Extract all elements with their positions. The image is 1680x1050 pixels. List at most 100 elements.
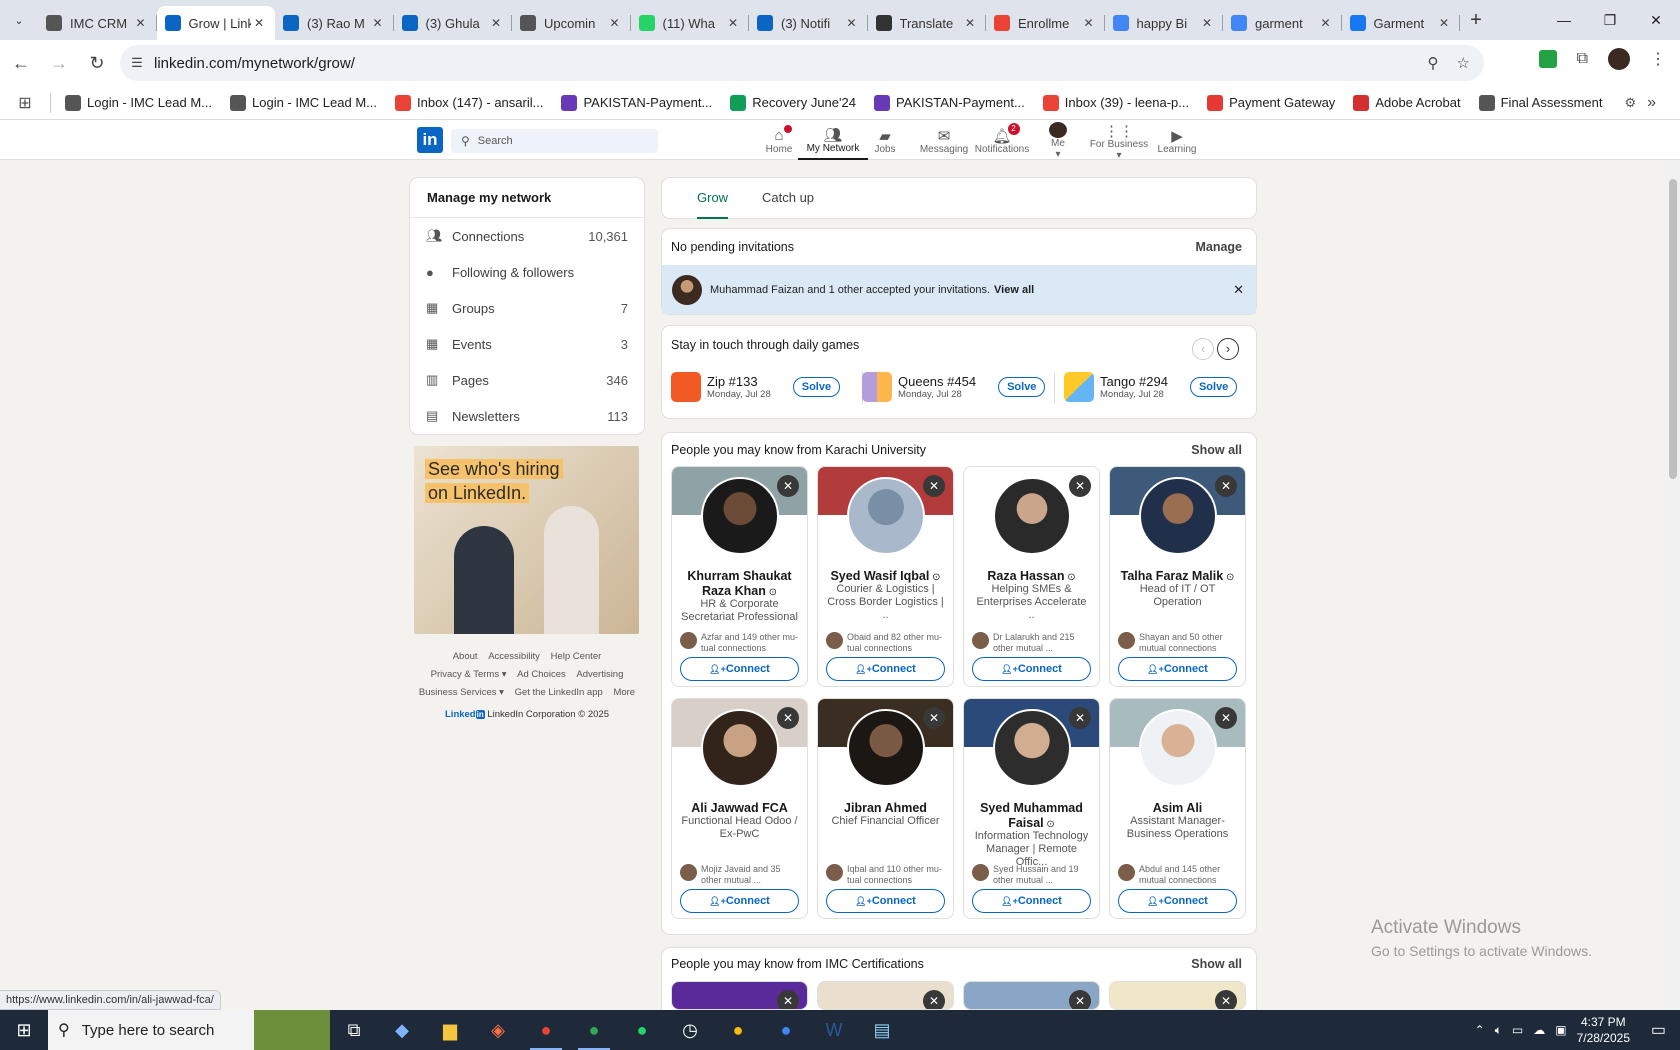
tab-grow[interactable]: Grow <box>697 190 729 219</box>
bookmark-item[interactable]: Recovery June'24 <box>730 94 856 111</box>
close-icon[interactable]: ✕ <box>1318 16 1334 30</box>
bookmark-star-icon[interactable]: ☆ <box>1457 54 1470 72</box>
profile-avatar-icon[interactable] <box>1608 48 1630 70</box>
tray-expand-icon[interactable]: ⌃ <box>1475 1023 1485 1037</box>
nav-me[interactable]: Me ▾ <box>1023 122 1093 160</box>
bookmark-item[interactable]: Login - IMC Lead M... <box>65 94 212 111</box>
bookmark-item[interactable]: PAKISTAN-Payment... <box>561 94 712 111</box>
browser-tab[interactable]: (3) Ghula ✕ <box>394 6 512 40</box>
close-icon[interactable]: ✕ <box>1081 16 1097 30</box>
sidebar-item-connections[interactable]: 👥︎ Connections 10,361 <box>410 218 644 254</box>
show-all-link[interactable]: Show all <box>1191 443 1242 457</box>
close-icon[interactable]: ✕ <box>1199 16 1215 30</box>
browser-tab[interactable]: Garment ✕ <box>1342 6 1460 40</box>
footer-link[interactable]: Business Services ▾ <box>419 684 504 702</box>
solve-button[interactable]: Solve <box>1189 377 1238 397</box>
url-text[interactable]: linkedin.com/mynetwork/grow/ <box>154 55 355 72</box>
browser-tab[interactable]: garment ✕ <box>1223 6 1342 40</box>
taskbar-search[interactable]: ⚲ Type here to search <box>48 1010 254 1050</box>
footer-link[interactable]: More <box>613 684 635 702</box>
close-icon[interactable]: ✕ <box>923 475 945 497</box>
person-name[interactable]: Ali Jawwad FCA <box>678 801 801 816</box>
sidebar-item-following-followers[interactable]: ● Following & followers <box>410 254 644 290</box>
footer-link[interactable]: Accessibility <box>488 648 540 666</box>
game-zip[interactable]: Zip #133 Monday, Jul 28 Solve <box>671 372 841 402</box>
person-name[interactable]: Syed Muhammad Faisal ⊙ <box>970 801 1093 832</box>
person-card[interactable]: ✕ Syed Wasif Iqbal ⊙ Courier & Logistics |… <box>817 466 954 687</box>
person-name[interactable]: Asim Ali <box>1116 801 1239 816</box>
omnibox[interactable]: ☰ linkedin.com/mynetwork/grow/ ⚲ ☆ <box>120 45 1484 81</box>
footer-link[interactable]: Get the LinkedIn app <box>515 684 603 702</box>
word-icon[interactable]: W <box>810 1010 858 1050</box>
connect-button[interactable]: 👤︎+ Connect <box>826 657 945 681</box>
taskbar-clock[interactable]: 4:37 PM 7/28/2025 <box>1577 1014 1630 1046</box>
tab-search-icon[interactable]: ⌄ <box>0 0 38 40</box>
close-icon[interactable]: ✕ <box>777 475 799 497</box>
person-card[interactable]: ✕ Ali Jawwad FCA Functional Head Odoo / Ex… <box>671 698 808 919</box>
close-icon[interactable]: ✕ <box>1215 707 1237 729</box>
forward-button[interactable]: → <box>42 46 76 80</box>
sidebar-item-events[interactable]: ▦ Events 3 <box>410 326 644 362</box>
linkedin-search-input[interactable]: ⚲ Search <box>451 129 658 153</box>
chrome-icon[interactable]: ● <box>762 1010 810 1050</box>
chrome-icon[interactable]: ● <box>570 1010 618 1050</box>
chrome-icon[interactable]: ● <box>522 1010 570 1050</box>
footer-link[interactable]: Privacy & Terms ▾ <box>431 666 507 684</box>
app-icon[interactable]: ◈ <box>474 1010 522 1050</box>
connect-button[interactable]: 👤︎+ Connect <box>1118 889 1237 913</box>
bookmark-item[interactable]: Inbox (147) - ansaril... <box>395 94 543 111</box>
bookmark-overflow-icon[interactable]: ⚙ <box>1624 95 1636 111</box>
zoom-icon[interactable]: ⚲ <box>1428 54 1439 72</box>
close-icon[interactable]: ✕ <box>962 16 978 30</box>
close-icon[interactable]: ✕ <box>488 16 504 30</box>
person-card[interactable]: ✕ Asim Ali Assistant Manager- Business Ope… <box>1109 698 1246 919</box>
scrollbar-thumb[interactable] <box>1669 179 1677 479</box>
connect-button[interactable]: 👤︎+ Connect <box>680 657 799 681</box>
person-card[interactable]: ✕ Jibran Ahmed Chief Financial Officer Iqba… <box>817 698 954 919</box>
person-card[interactable]: ✕ Raza Hassan ⊙ Helping SMEs & Enterprises… <box>963 466 1100 687</box>
view-all-link[interactable]: View all <box>994 284 1034 296</box>
minimize-button[interactable]: — <box>1541 0 1587 40</box>
close-icon[interactable]: ✕ <box>777 990 799 1009</box>
games-next-icon[interactable]: › <box>1217 338 1239 360</box>
hiring-ad[interactable]: See who's hiring on LinkedIn. <box>414 446 639 634</box>
browser-tab[interactable]: (3) Rao M ✕ <box>275 6 394 40</box>
sidebar-item-newsletters[interactable]: ▤ Newsletters 113 <box>410 398 644 434</box>
copilot-icon[interactable]: ◆ <box>378 1010 426 1050</box>
footer-link[interactable]: About <box>453 648 478 666</box>
connect-button[interactable]: 👤︎+ Connect <box>680 889 799 913</box>
cloud-icon[interactable]: ☁ <box>1533 1023 1545 1037</box>
close-icon[interactable]: ✕ <box>725 16 741 30</box>
close-icon[interactable]: ✕ <box>133 16 149 30</box>
clock-app-icon[interactable]: ◷ <box>666 1010 714 1050</box>
browser-tab[interactable]: Grow | LinkedIn✕ <box>156 6 275 40</box>
person-card[interactable]: ✕ <box>963 981 1100 1010</box>
notepad-icon[interactable]: ▤ <box>858 1010 906 1050</box>
close-icon[interactable]: ✕ <box>844 16 860 30</box>
whatsapp-icon[interactable]: ● <box>618 1010 666 1050</box>
network-icon[interactable]: ▭ <box>1512 1023 1523 1037</box>
back-button[interactable]: ← <box>4 46 38 80</box>
close-icon[interactable]: ✕ <box>607 16 623 30</box>
whatsapp-extension-icon[interactable] <box>1538 50 1557 68</box>
linkedin-logo-icon[interactable]: in <box>417 127 443 153</box>
browser-tab[interactable]: (11) Wha ✕ <box>631 6 749 40</box>
task-view-icon[interactable]: ⧉ <box>330 1010 378 1050</box>
extensions-icon[interactable]: ⧉ <box>1577 50 1588 68</box>
game-tango[interactable]: Tango #294 Monday, Jul 28 Solve <box>1064 372 1238 402</box>
manage-invitations-link[interactable]: Manage <box>1195 240 1242 254</box>
connect-button[interactable]: 👤︎+ Connect <box>826 889 945 913</box>
sidebar-item-pages[interactable]: ▥ Pages 346 <box>410 362 644 398</box>
bookmarks-more-icon[interactable]: » <box>1647 94 1656 112</box>
chrome-icon[interactable]: ● <box>714 1010 762 1050</box>
reload-button[interactable]: ↻ <box>80 46 114 80</box>
close-icon[interactable]: ✕ <box>1215 475 1237 497</box>
footer-link[interactable]: Help Center <box>551 648 602 666</box>
solve-button[interactable]: Solve <box>998 377 1046 397</box>
person-card[interactable]: ✕ Khurram Shaukat Raza Khan ⊙ HR & Corpora… <box>671 466 808 687</box>
person-card[interactable]: ✕ Syed Muhammad Faisal ⊙ Information Techn… <box>963 698 1100 919</box>
bookmark-item[interactable]: Inbox (39) - leena-p... <box>1042 94 1189 111</box>
close-icon[interactable]: ✕ <box>923 707 945 729</box>
page-scrollbar[interactable] <box>1666 161 1680 1010</box>
bookmark-item[interactable]: Final Assessment <box>1478 94 1602 111</box>
